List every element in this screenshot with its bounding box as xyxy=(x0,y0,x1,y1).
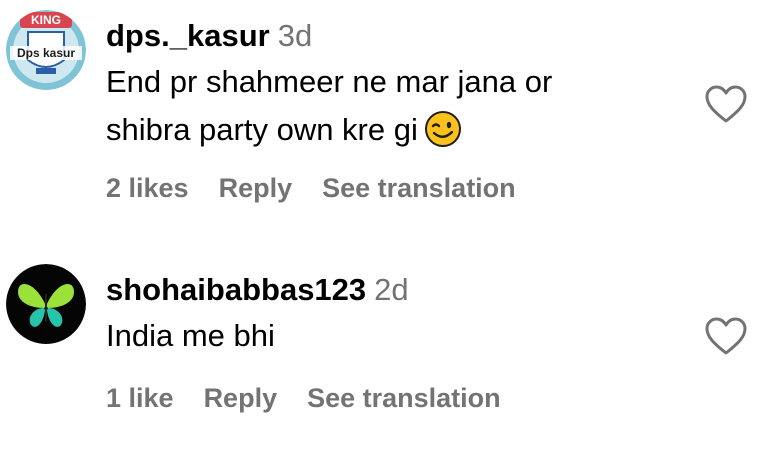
timestamp[interactable]: 3d xyxy=(278,18,312,53)
username[interactable]: dps._kasur xyxy=(106,18,270,53)
comment-text: End pr shahmeer ne mar jana or shibra pa… xyxy=(106,58,552,162)
comment-item: shohaibabbas123 2d India me bhi 1 like Rep… xyxy=(0,230,768,457)
username[interactable]: shohaibabbas123 xyxy=(106,272,366,307)
reply-button[interactable]: Reply xyxy=(204,383,278,413)
avatar-image xyxy=(6,264,86,344)
comment-item: KING Dps kasur dps._kasur 3d End pr shahm… xyxy=(0,0,768,230)
reply-button[interactable]: Reply xyxy=(219,173,293,203)
likes-count[interactable]: 1 like xyxy=(106,383,174,413)
comment-text: India me bhi xyxy=(106,312,275,360)
comment-text-line: India me bhi xyxy=(106,318,275,353)
winking-face-icon xyxy=(424,110,462,162)
avatar-badge-text: KING xyxy=(31,13,61,27)
comment-actions: 2 likes Reply See translation xyxy=(106,172,546,204)
heart-icon[interactable] xyxy=(704,316,748,356)
comment-header: shohaibabbas123 2d xyxy=(106,272,409,308)
avatar-logo-text: Dps kasur xyxy=(17,46,75,60)
see-translation-button[interactable]: See translation xyxy=(322,173,516,203)
comment-text-line-2: shibra party own kre gi xyxy=(106,112,418,147)
avatar[interactable] xyxy=(6,264,86,344)
heart-icon[interactable] xyxy=(704,84,748,124)
avatar[interactable]: KING Dps kasur xyxy=(6,10,86,90)
comment-header: dps._kasur 3d xyxy=(106,18,312,54)
timestamp[interactable]: 2d xyxy=(374,272,408,307)
likes-count[interactable]: 2 likes xyxy=(106,173,189,203)
comment-text-line: shibra party own kre gi xyxy=(106,106,552,162)
comment-text-line: End pr shahmeer ne mar jana or xyxy=(106,64,553,99)
see-translation-button[interactable]: See translation xyxy=(307,383,501,413)
avatar-image: KING Dps kasur xyxy=(6,10,86,90)
comment-actions: 1 like Reply See translation xyxy=(106,382,531,414)
